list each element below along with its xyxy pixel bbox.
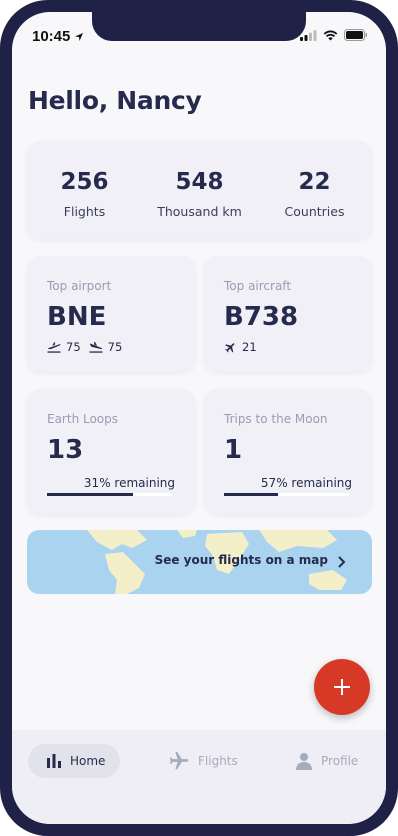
earth-loops-label: Earth Loops — [47, 412, 119, 426]
top-aircraft-label: Top aircraft — [224, 279, 292, 293]
bar-chart-icon — [47, 754, 61, 768]
app-screen: 10:45 Hello, Nancy 256 Flights 548 Thous… — [12, 12, 386, 824]
battery-icon — [344, 29, 367, 41]
tab-home[interactable]: Home — [28, 744, 120, 778]
earth-loops-progress-track — [47, 493, 172, 496]
plus-icon — [334, 679, 350, 695]
status-time: 10:45 — [32, 28, 84, 45]
top-airport-counts: 75 75 — [47, 340, 122, 354]
airplane-icon — [225, 342, 235, 352]
moon-trips-remaining: 57% remaining — [260, 476, 352, 490]
chevron-right-icon — [338, 556, 346, 568]
device-notch — [92, 12, 306, 41]
moon-trips-label: Trips to the Moon — [224, 412, 328, 426]
add-flight-button[interactable] — [314, 659, 370, 715]
tab-flights-label: Flights — [198, 754, 238, 768]
stat-flights-value: 256 — [60, 169, 109, 195]
stat-distance-value: 548 — [175, 169, 224, 195]
earth-loops-progress-fill — [47, 493, 134, 496]
location-arrow-icon — [75, 32, 84, 41]
top-airport-departures: 75 — [66, 340, 81, 354]
page-title: Hello, Nancy — [28, 86, 202, 115]
wifi-icon — [323, 30, 338, 40]
moon-trips-progress-fill — [224, 493, 278, 496]
status-indicators — [300, 29, 368, 41]
signal-icon — [300, 29, 317, 41]
person-icon — [296, 753, 312, 770]
stat-flights-label: Flights — [63, 204, 106, 219]
top-aircraft-flights: 21 — [242, 340, 257, 354]
moon-trips-progress-track — [224, 493, 349, 496]
departure-icon — [47, 342, 61, 353]
tab-home-label: Home — [70, 754, 106, 768]
stat-distance-label: Thousand km — [157, 204, 242, 219]
tab-profile[interactable]: Profile — [295, 744, 358, 778]
earth-loops-remaining: 31% remaining — [83, 476, 175, 490]
top-aircraft-code: B738 — [224, 302, 299, 332]
top-airport-label: Top airport — [47, 279, 112, 293]
status-time-text: 10:45 — [32, 28, 71, 45]
top-airport-arrivals: 75 — [107, 340, 123, 354]
stats-card: 256 Flights 548 Thousand km 22 Countries — [27, 141, 372, 239]
top-aircraft-card[interactable]: Top aircraft B738 21 — [204, 256, 372, 372]
stat-countries-label: Countries — [284, 204, 345, 219]
airplane-icon — [169, 751, 189, 770]
bottom-tab-bar: Home Flights Profile — [12, 730, 386, 824]
tab-flights[interactable]: Flights — [168, 744, 238, 778]
moon-trips-value: 1 — [224, 435, 243, 465]
stat-countries-value: 22 — [298, 169, 331, 195]
tab-profile-label: Profile — [321, 754, 359, 768]
map-banner-text: See your flights on a map — [154, 553, 328, 567]
earth-loops-value: 13 — [47, 435, 84, 465]
map-banner-button[interactable]: See your flights on a map — [27, 530, 372, 594]
moon-trips-card[interactable]: Trips to the Moon 1 57% remaining — [204, 389, 372, 514]
top-airport-code: BNE — [47, 302, 107, 332]
top-airport-card[interactable]: Top airport BNE 75 75 — [27, 256, 195, 372]
device-frame: 10:45 Hello, Nancy 256 Flights 548 Thous… — [0, 0, 398, 836]
earth-loops-card[interactable]: Earth Loops 13 31% remaining — [27, 389, 195, 514]
arrival-icon — [89, 342, 103, 353]
top-aircraft-count: 21 — [224, 340, 257, 354]
